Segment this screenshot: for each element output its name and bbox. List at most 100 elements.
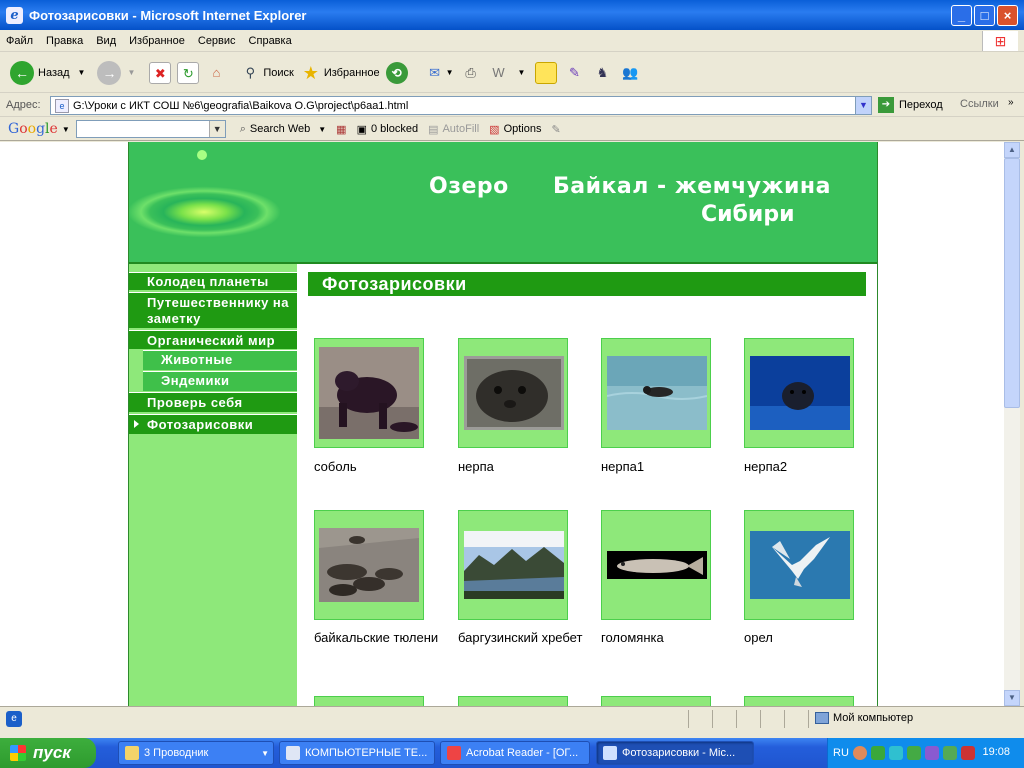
tray-app-icon[interactable] <box>870 746 885 760</box>
window-titlebar[interactable]: e Фотозарисовки - Microsoft Internet Exp… <box>0 0 1024 30</box>
tray-arrow-icon[interactable] <box>852 746 867 760</box>
star-icon: ★ <box>302 62 319 83</box>
maximize-button[interactable]: □ <box>974 5 995 26</box>
photo-card-nerpa2[interactable] <box>744 338 854 448</box>
menu-file[interactable]: Файл <box>6 35 33 47</box>
research-button[interactable]: ✎ <box>563 62 585 84</box>
acrobat-icon <box>447 746 461 760</box>
ie-icon <box>603 746 617 760</box>
tray-network-icon[interactable] <box>888 746 903 760</box>
chevron-down-icon[interactable]: ▼ <box>318 125 326 134</box>
chevron-down-icon[interactable]: ▼ <box>208 121 225 137</box>
chevron-down-icon[interactable]: ▼ <box>518 68 526 77</box>
page-frame: Озеро Байкал - жемчужина Сибири Колодец … <box>128 142 878 706</box>
minimize-button[interactable]: _ <box>951 5 972 26</box>
autofill-button[interactable]: ▤ AutoFill <box>428 123 479 136</box>
options-label: Options <box>503 123 542 135</box>
history-button[interactable]: ⟲ <box>385 61 408 84</box>
start-button[interactable]: пуск <box>0 738 96 768</box>
go-button[interactable]: ➔ Переход <box>878 97 943 113</box>
search-button[interactable]: ⚲ Поиск <box>239 62 294 84</box>
tray-antivirus-icon[interactable] <box>960 746 975 760</box>
seals-on-ice-photo <box>319 528 419 602</box>
menu-help[interactable]: Справка <box>249 35 292 47</box>
bird-photo <box>750 531 850 599</box>
google-logo[interactable]: Google <box>8 121 58 137</box>
mountains-photo <box>464 531 564 599</box>
system-tray: RU 19:08 <box>827 738 1024 768</box>
header-title-word2: Байкал - жемчужина <box>552 174 831 199</box>
photo-card-orel[interactable] <box>744 510 854 620</box>
caption-tyuleni: байкальские тюлени <box>314 630 439 645</box>
forward-button[interactable]: → ▼ <box>97 60 135 85</box>
home-button[interactable]: ⌂ <box>205 62 227 84</box>
nav-fotozarisovki[interactable]: Фотозарисовки <box>129 414 297 434</box>
photo-card-nerpa[interactable] <box>458 338 568 448</box>
photo-card-row3-3[interactable] <box>601 696 711 706</box>
notes-button[interactable] <box>535 61 558 84</box>
printer-icon: ⎙ <box>465 64 476 80</box>
nav-prover-sebya[interactable]: Проверь себя <box>129 392 297 412</box>
taskbar-item-explorer[interactable]: 3 Проводник ▼ <box>118 741 274 765</box>
chevron-down-icon[interactable]: ▼ <box>127 68 135 77</box>
menu-view[interactable]: Вид <box>96 35 116 47</box>
photo-card-row3-1[interactable] <box>314 696 424 706</box>
back-button[interactable]: ← Назад ▼ <box>10 60 86 85</box>
tray-safely-remove-icon[interactable] <box>942 746 957 760</box>
chevron-down-icon[interactable]: ▼ <box>62 125 70 134</box>
favorites-button[interactable]: ★ Избранное <box>300 62 380 84</box>
search-label: Поиск <box>263 66 294 79</box>
menu-edit[interactable]: Правка <box>46 35 83 47</box>
scroll-down-icon[interactable]: ▼ <box>1004 690 1020 706</box>
taskbar-item-label: 3 Проводник <box>144 747 209 759</box>
scroll-thumb[interactable] <box>1004 158 1020 408</box>
edit-button[interactable]: W ▼ <box>488 62 526 84</box>
close-button[interactable]: × <box>997 5 1018 26</box>
chevron-down-icon[interactable]: ▼ <box>855 97 871 114</box>
google-search-input[interactable]: ▼ <box>75 120 226 138</box>
photo-card-barguzin[interactable] <box>458 510 568 620</box>
media-button[interactable]: ♞ <box>591 62 613 84</box>
photo-card-tyuleni[interactable] <box>314 510 424 620</box>
browser-viewport: Озеро Байкал - жемчужина Сибири Колодец … <box>0 142 1004 706</box>
pen-icon[interactable]: ✎ <box>551 123 560 136</box>
photo-card-golomyanka[interactable] <box>601 510 711 620</box>
nav-zhivotnye[interactable]: Животные <box>143 350 297 370</box>
popup-blocker-button[interactable]: ▣ 0 blocked <box>357 123 419 136</box>
chevron-down-icon[interactable]: ▼ <box>78 68 86 77</box>
vertical-scrollbar[interactable]: ▲ ▼ <box>1004 142 1020 706</box>
menu-favorites[interactable]: Избранное <box>129 35 185 47</box>
tray-sound-icon[interactable] <box>924 746 939 760</box>
options-button[interactable]: ▧ Options <box>489 123 541 136</box>
news-button[interactable]: ▦ <box>336 123 346 136</box>
google-toolbar: Google ▼ ▼ ⌕ Search Web ▼ ▦ ▣ 0 blocked … <box>0 118 1024 141</box>
page-icon: e <box>55 98 69 113</box>
links-button[interactable]: Ссылки <box>960 98 999 110</box>
chevron-right-icon[interactable]: » <box>1008 97 1014 108</box>
photo-card-nerpa1[interactable] <box>601 338 711 448</box>
stop-button[interactable]: ✖ <box>149 61 172 84</box>
nav-puteshestvennik[interactable]: Путешественнику на заметку <box>129 292 297 328</box>
menu-tools[interactable]: Сервис <box>198 35 236 47</box>
taskbar-item-acrobat[interactable]: Acrobat Reader - [ОГ... <box>440 741 590 765</box>
zone-label: Мой компьютер <box>833 712 914 724</box>
mail-button[interactable]: ✉ ▼ <box>424 62 454 84</box>
language-indicator[interactable]: RU <box>833 747 849 759</box>
taskbar-item-word[interactable]: КОМПЬЮТЕРНЫЕ ТЕ... <box>279 741 435 765</box>
nav-organicheskiy-mir[interactable]: Органический мир <box>129 330 297 349</box>
nav-kolodets[interactable]: Колодец планеты <box>129 272 297 290</box>
photo-card-sobol[interactable] <box>314 338 424 448</box>
scroll-up-icon[interactable]: ▲ <box>1004 142 1020 158</box>
taskbar-item-ie[interactable]: Фотозарисовки - Mic... <box>596 741 754 765</box>
nav-endemiki[interactable]: Эндемики <box>143 371 297 391</box>
photo-card-row3-4[interactable] <box>744 696 854 706</box>
address-input[interactable]: e G:\Уроки с ИКТ СОШ №6\geografia\Baikov… <box>50 96 872 115</box>
refresh-button[interactable]: ↻ <box>177 61 200 84</box>
tray-update-icon[interactable] <box>906 746 921 760</box>
search-web-button[interactable]: ⌕ Search Web ▼ <box>240 123 326 136</box>
messenger-button[interactable]: 👥 <box>619 62 641 84</box>
chevron-down-icon[interactable]: ▼ <box>446 68 454 77</box>
clock[interactable]: 19:08 <box>982 746 1010 758</box>
photo-card-row3-2[interactable] <box>458 696 568 706</box>
print-button[interactable]: ⎙ <box>460 62 482 84</box>
